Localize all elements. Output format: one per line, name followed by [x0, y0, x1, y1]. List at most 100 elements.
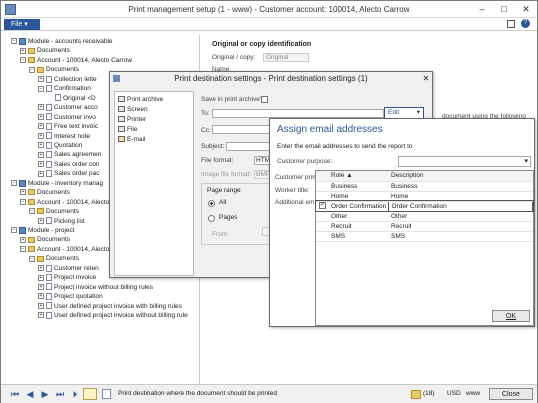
tree-node[interactable]: + Sales order con: [38, 160, 100, 169]
close-button[interactable]: Close: [489, 388, 533, 400]
tree-node[interactable]: + Documents: [20, 188, 70, 197]
tree-node[interactable]: + Free text invoic: [38, 122, 98, 131]
expand-icon[interactable]: +: [38, 123, 44, 130]
destination-item[interactable]: E-mail: [118, 136, 145, 143]
expand-icon[interactable]: +: [20, 236, 26, 243]
minimize-button[interactable]: –: [471, 1, 493, 18]
description-column-header[interactable]: Description: [388, 171, 533, 182]
company-indicator[interactable]: www: [466, 390, 480, 397]
destination-item[interactable]: Print archive: [118, 96, 163, 103]
expand-icon[interactable]: +: [20, 189, 26, 196]
expand-icon[interactable]: +: [38, 293, 44, 300]
expand-icon[interactable]: +: [38, 151, 44, 158]
tree-node[interactable]: + Sales agreemen: [38, 150, 101, 159]
tree-node[interactable]: + Sales order pac: [38, 169, 100, 178]
edit-record-icon[interactable]: [83, 388, 97, 400]
collapse-icon[interactable]: −: [20, 57, 26, 64]
tree-node[interactable]: + User defined project invoice without bi…: [38, 311, 188, 320]
expand-icon[interactable]: +: [38, 265, 44, 272]
role-row[interactable]: Other Other: [316, 211, 533, 222]
previous-record-icon[interactable]: ◀: [25, 389, 35, 399]
tree-node[interactable]: − Module - accounts receivable: [11, 37, 113, 46]
expand-icon[interactable]: +: [38, 283, 44, 290]
subject-input[interactable]: [226, 142, 272, 151]
to-input[interactable]: [212, 109, 384, 118]
role-column-header[interactable]: Role ▲: [328, 171, 388, 182]
collapse-icon[interactable]: −: [11, 227, 17, 234]
tree-node[interactable]: + Project invoice without billing rules: [38, 283, 153, 292]
destination-item[interactable]: Printer: [118, 116, 146, 123]
role-row[interactable]: SMS SMS: [316, 231, 533, 242]
tree-node[interactable]: + Documents: [20, 235, 70, 244]
notification-icon[interactable]: [411, 390, 421, 399]
collapse-icon[interactable]: −: [38, 85, 44, 92]
collapse-icon[interactable]: −: [11, 38, 17, 45]
all-radio[interactable]: [208, 200, 215, 207]
first-record-icon[interactable]: ⏮: [10, 389, 20, 399]
close-window-button[interactable]: ✕: [515, 1, 537, 18]
dialog-close-icon[interactable]: ✕: [420, 73, 432, 84]
tree-node[interactable]: − Account - 100014, Alecto Carrow: [20, 56, 132, 65]
expand-icon[interactable]: +: [38, 274, 44, 281]
role-row[interactable]: Home Home: [316, 191, 533, 202]
cc-input[interactable]: [212, 125, 272, 134]
row-select-cell[interactable]: [316, 231, 328, 242]
expand-icon[interactable]: +: [38, 302, 44, 309]
role-row[interactable]: Recruit Recruit: [316, 221, 533, 232]
expand-icon[interactable]: +: [38, 312, 44, 319]
tree-node[interactable]: − Documents: [29, 254, 79, 263]
tree-node[interactable]: Original <D: [47, 94, 96, 103]
tree-node[interactable]: + Picking list: [38, 217, 85, 226]
expand-icon[interactable]: +: [20, 47, 26, 54]
maximize-button[interactable]: □: [493, 1, 515, 18]
collapse-icon[interactable]: −: [11, 180, 17, 187]
pages-radio[interactable]: [208, 215, 215, 222]
row-select-cell[interactable]: [316, 191, 328, 202]
tree-node[interactable]: − Module - project: [11, 226, 75, 235]
tree-node[interactable]: + Customer invo: [38, 113, 96, 122]
row-select-cell[interactable]: ✓: [316, 201, 328, 212]
row-select-cell[interactable]: [316, 181, 328, 192]
filter-icon[interactable]: ⏵: [70, 389, 80, 399]
tree-node[interactable]: − Documents: [29, 207, 79, 216]
tree-node[interactable]: + Quotation: [38, 141, 82, 150]
help-icon[interactable]: ?: [521, 19, 530, 28]
collapse-icon[interactable]: −: [29, 208, 35, 215]
row-checkbox[interactable]: ✓: [319, 202, 326, 210]
next-record-icon[interactable]: ▶: [40, 389, 50, 399]
expand-icon[interactable]: +: [38, 161, 44, 168]
tree-node[interactable]: + Collection lette: [38, 75, 97, 84]
tree-node[interactable]: + User defined project invoice with billi…: [38, 302, 182, 311]
tree-node[interactable]: + Interest note: [38, 132, 90, 141]
expand-icon[interactable]: +: [38, 217, 44, 224]
expand-icon[interactable]: +: [38, 113, 44, 120]
currency-indicator[interactable]: USD: [447, 390, 461, 397]
tree-node[interactable]: − Confirmation: [38, 84, 91, 93]
destination-item[interactable]: Screen: [118, 106, 148, 113]
tree-node[interactable]: + Project quotation: [38, 292, 103, 301]
tree-node[interactable]: + Customer acco: [38, 103, 98, 112]
row-select-cell[interactable]: [316, 221, 328, 232]
expand-icon[interactable]: +: [38, 132, 44, 139]
role-row[interactable]: ✓ Order Confirmation Order Confirmation: [315, 200, 534, 212]
expand-icon[interactable]: +: [38, 76, 44, 83]
destination-item[interactable]: File: [118, 126, 137, 133]
collapse-icon[interactable]: −: [20, 246, 26, 253]
tree-node[interactable]: − Module - inventory manag: [11, 179, 103, 188]
expand-icon[interactable]: +: [38, 170, 44, 177]
collapse-icon[interactable]: −: [20, 198, 26, 205]
role-row[interactable]: Business Business: [316, 181, 533, 192]
tree-node[interactable]: − Documents: [29, 65, 79, 74]
tree-node[interactable]: + Project invoice: [38, 273, 96, 282]
window-icon[interactable]: [507, 20, 515, 28]
last-record-icon[interactable]: ⏭: [55, 389, 65, 399]
collapse-icon[interactable]: −: [29, 66, 35, 73]
ok-button[interactable]: OK: [492, 310, 530, 322]
collapse-icon[interactable]: −: [29, 255, 35, 262]
original-copy-field[interactable]: Original: [263, 53, 309, 62]
save-archive-checkbox[interactable]: [261, 96, 268, 103]
tree-node[interactable]: + Documents: [20, 46, 70, 55]
file-tab[interactable]: File ▾: [4, 19, 40, 30]
tree-node[interactable]: + Customer reten: [38, 264, 99, 273]
customer-purpose-select[interactable]: ▾: [398, 156, 531, 167]
